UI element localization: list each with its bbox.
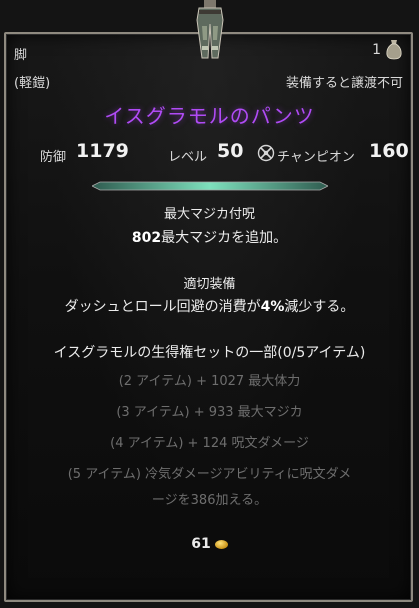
set-title: イスグラモルの生得権セットの一部(0/5アイテム) (53, 345, 366, 361)
item-stats-row: 防御 1179 レベル 50 チャンピオン 160 (0, 140, 419, 166)
set-bonus-4: (4 アイテム) + 124 呪文ダメージ (110, 436, 309, 451)
champion-value: 160 (369, 140, 409, 162)
trait-text-a: ダッシュとロール回避の消費が (64, 299, 261, 315)
enchant-value: 802 (131, 230, 162, 246)
equip-slot-label: 脚 (14, 48, 28, 63)
trait-description: ダッシュとロール回避の消費が4%減少する。 (0, 296, 419, 316)
enchant-title: 最大マジカ付呪 (163, 207, 255, 222)
level-value: 50 (217, 140, 244, 162)
set-bonus-2: (2 アイテム) + 1027 最大体力 (118, 374, 301, 389)
champion-point-icon (257, 144, 275, 162)
item-name: イスグラモルのパンツ (104, 104, 315, 128)
trait-value: 4% (260, 299, 285, 315)
enchant-text: 最大マジカを追加。 (161, 230, 288, 246)
armor-label: 防御 (40, 150, 67, 165)
armor-value: 1179 (76, 140, 129, 162)
stack-count: 1 (372, 42, 381, 58)
enchant-description: 802最大マジカを追加。 (0, 227, 419, 247)
armor-weight-label: (軽鎧) (14, 76, 51, 91)
set-bonus-5-line1: (5 アイテム) 冷気ダメージアビリティに呪文ダメ (67, 467, 352, 482)
level-label: レベル (168, 150, 208, 165)
gold-value: 61 (191, 536, 211, 552)
section-divider (91, 176, 329, 191)
bag-icon (385, 38, 403, 60)
set-bonus-3: (3 アイテム) + 933 最大マジカ (116, 405, 303, 420)
item-value: 61 (0, 536, 419, 552)
pants-icon (193, 0, 227, 60)
trait-text-b: 減少する。 (284, 299, 355, 315)
bind-type-label: 装備すると譲渡不可 (285, 76, 403, 91)
gold-coin-icon (214, 539, 228, 549)
champion-label: チャンピオン (277, 150, 355, 165)
set-bonus-5-line2: ージを386加える。 (151, 493, 268, 508)
trait-title: 適切装備 (183, 277, 236, 292)
